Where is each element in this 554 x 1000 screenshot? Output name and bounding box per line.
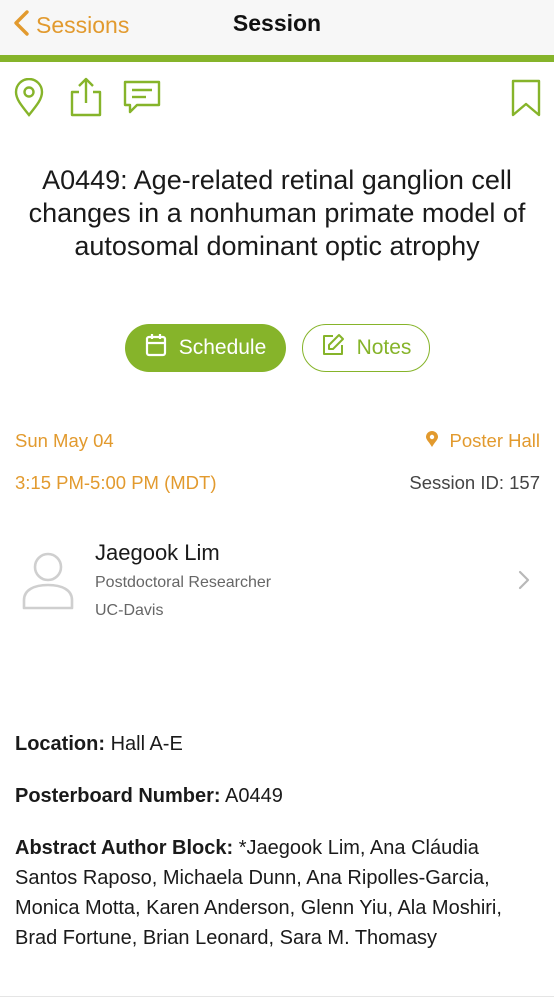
session-time: 3:15 PM-5:00 PM (MDT)	[15, 472, 217, 493]
author-block-field: Abstract Author Block: *Jaegook Lim, Ana…	[15, 833, 543, 953]
speaker-role: Postdoctoral Researcher	[95, 574, 272, 591]
schedule-button[interactable]: Schedule	[125, 324, 286, 372]
notes-button[interactable]: Notes	[302, 324, 430, 372]
chevron-right-icon	[518, 570, 530, 595]
schedule-button-label: Schedule	[178, 336, 267, 359]
avatar	[20, 548, 76, 617]
speaker-name: Jaegook Lim	[95, 540, 220, 565]
location-pin-icon	[425, 430, 438, 452]
location-value: Hall A-E	[110, 733, 183, 755]
notes-button-label: Notes	[356, 336, 412, 359]
bookmark-icon	[510, 78, 542, 118]
share-icon	[68, 76, 104, 118]
location-label: Location:	[15, 733, 105, 755]
edit-icon	[321, 333, 357, 363]
bottom-divider	[0, 996, 554, 997]
share-button[interactable]	[68, 76, 104, 118]
accent-divider	[0, 55, 554, 62]
map-pin-button[interactable]	[12, 78, 46, 118]
session-place-label: Poster Hall	[449, 430, 540, 451]
speaker-organization: UC-Davis	[95, 602, 164, 619]
session-title: A0449: Age-related retinal ganglion cell…	[28, 165, 526, 261]
page-title: Session	[232, 10, 322, 36]
location-field: Location: Hall A-E	[15, 729, 543, 759]
comment-button[interactable]	[122, 79, 162, 115]
speaker-row[interactable]: Jaegook Lim Postdoctoral Researcher UC-D…	[0, 530, 554, 630]
calendar-icon	[145, 333, 179, 363]
chat-icon	[122, 79, 162, 115]
posterboard-value: A0449	[225, 785, 283, 807]
bookmark-button[interactable]	[510, 78, 542, 118]
author-block-label: Abstract Author Block:	[15, 837, 234, 859]
navigation-bar: Sessions Session	[0, 0, 554, 56]
session-id: Session ID: 157	[409, 472, 540, 493]
session-date: Sun May 04	[15, 430, 114, 451]
map-pin-icon	[12, 78, 46, 118]
posterboard-field: Posterboard Number: A0449	[15, 781, 543, 811]
posterboard-label: Posterboard Number:	[15, 785, 221, 807]
session-place[interactable]: Poster Hall	[425, 430, 540, 452]
